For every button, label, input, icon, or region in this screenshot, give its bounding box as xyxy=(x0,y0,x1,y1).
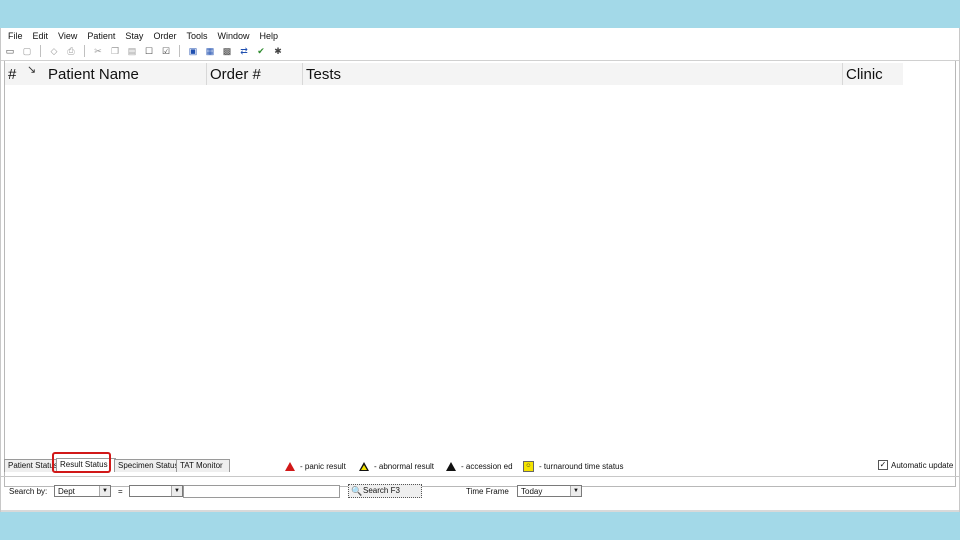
search-by-value: Dept xyxy=(58,487,75,496)
column-number-label: # xyxy=(8,66,17,83)
accessioned-triangle-icon xyxy=(446,461,456,471)
wizard-icon[interactable]: ✱ xyxy=(271,45,285,58)
window-icon[interactable]: ▦ xyxy=(203,45,217,58)
order-icon[interactable]: ▩ xyxy=(220,45,234,58)
erase-icon[interactable]: ◇ xyxy=(47,45,61,58)
search-by-select[interactable]: Dept ▼ xyxy=(54,485,111,497)
legend-panic-label: - panic result xyxy=(300,461,346,471)
time-frame-label: Time Frame xyxy=(466,487,509,496)
abnormal-triangle-icon xyxy=(359,461,369,471)
grid-header: # ↘ Patient Name Order # Tests Clinic xyxy=(5,63,903,85)
panic-triangle-icon xyxy=(285,461,295,471)
orders-grid[interactable]: # ↘ Patient Name Order # Tests Clinic xyxy=(4,61,956,487)
column-clinic-header[interactable]: Clinic xyxy=(842,63,903,85)
tab-patient-status[interactable]: Patient Status xyxy=(4,459,58,472)
cut-icon[interactable]: ✂ xyxy=(91,45,105,58)
background-band-top xyxy=(0,0,960,28)
search-button-label: Search F3 xyxy=(363,486,400,495)
search-icon: 🔍 xyxy=(351,486,363,496)
patient-icon[interactable]: ▣ xyxy=(186,45,200,58)
menu-stay[interactable]: Stay xyxy=(120,29,148,43)
legend-accessioned-label: - accession ed xyxy=(461,461,513,471)
legend-turnaround-label: - turnaround time status xyxy=(539,461,624,471)
column-tests-label: Tests xyxy=(306,66,342,83)
auto-update-checkbox[interactable]: ✓ xyxy=(878,460,888,470)
legend-abnormal: - abnormal result xyxy=(359,460,434,472)
check-icon[interactable]: ☑ xyxy=(159,45,173,58)
chevron-down-icon[interactable]: ▼ xyxy=(570,486,581,496)
print-icon[interactable]: ⎙ xyxy=(64,45,78,58)
legend-accessioned: - accession ed xyxy=(446,460,513,472)
application-window: File Edit View Patient Stay Order Tools … xyxy=(0,28,960,512)
column-order-number-label: Order # xyxy=(210,66,261,83)
search-value-select[interactable]: ▼ xyxy=(129,485,183,497)
transfer-icon[interactable]: ⇄ xyxy=(237,45,251,58)
turnaround-face-icon: ☺ xyxy=(523,460,534,472)
search-text-input[interactable] xyxy=(183,485,340,498)
column-tests-header[interactable]: Tests xyxy=(302,63,842,85)
column-patient-name-label: Patient Name xyxy=(48,66,139,83)
legend-panic: - panic result xyxy=(285,460,346,472)
menu-file[interactable]: File xyxy=(3,29,28,43)
highlight-box xyxy=(52,452,111,473)
menu-patient[interactable]: Patient xyxy=(82,29,120,43)
menu-help[interactable]: Help xyxy=(254,29,283,43)
auto-update-control[interactable]: ✓ Automatic update xyxy=(878,460,953,470)
sort-indicator-icon: ↘ xyxy=(27,64,37,76)
legend-turnaround: ☺ - turnaround time status xyxy=(523,460,623,472)
toolbar-separator xyxy=(84,45,85,57)
menu-view[interactable]: View xyxy=(53,29,82,43)
toolbar-separator xyxy=(40,45,41,57)
properties-icon[interactable]: ☐ xyxy=(142,45,156,58)
paste-icon[interactable]: ▤ xyxy=(125,45,139,58)
column-number-header[interactable]: # ↘ xyxy=(5,63,45,85)
menu-edit[interactable]: Edit xyxy=(28,29,54,43)
column-clinic-label: Clinic xyxy=(846,66,883,83)
background-band-bottom xyxy=(0,512,960,540)
column-patient-name-header[interactable]: Patient Name xyxy=(45,63,206,85)
menu-tools[interactable]: Tools xyxy=(181,29,212,43)
auto-update-label: Automatic update xyxy=(891,460,954,470)
chevron-down-icon[interactable]: ▼ xyxy=(171,486,182,496)
equals-label: = xyxy=(118,487,123,496)
open-folder-icon[interactable]: ▭ xyxy=(3,45,17,58)
column-order-number-header[interactable]: Order # xyxy=(206,63,302,85)
status-divider xyxy=(1,476,959,477)
legend-abnormal-label: - abnormal result xyxy=(374,461,435,471)
chevron-down-icon[interactable]: ▼ xyxy=(99,486,110,496)
toolbar: ▭ ▢ ◇ ⎙ ✂ ❐ ▤ ☐ ☑ ▣ ▦ ▩ ⇄ ✔ ✱ xyxy=(3,43,285,59)
tab-specimen-status[interactable]: Specimen Status xyxy=(114,459,180,472)
copy-icon[interactable]: ❐ xyxy=(108,45,122,58)
search-bar: Search by: Dept ▼ = ▼ 🔍 Search F3 Time F… xyxy=(1,482,959,502)
tab-tat-monitor[interactable]: TAT Monitor xyxy=(176,459,230,472)
toolbar-separator xyxy=(179,45,180,57)
time-frame-value: Today xyxy=(521,487,543,496)
search-button[interactable]: 🔍 Search F3 xyxy=(348,484,422,498)
time-frame-select[interactable]: Today ▼ xyxy=(517,485,582,497)
approve-icon[interactable]: ✔ xyxy=(254,45,268,58)
menu-bar: File Edit View Patient Stay Order Tools … xyxy=(3,29,283,43)
menu-order[interactable]: Order xyxy=(148,29,181,43)
menu-window[interactable]: Window xyxy=(212,29,254,43)
search-by-label: Search by: xyxy=(9,487,48,496)
save-icon[interactable]: ▢ xyxy=(20,45,34,58)
